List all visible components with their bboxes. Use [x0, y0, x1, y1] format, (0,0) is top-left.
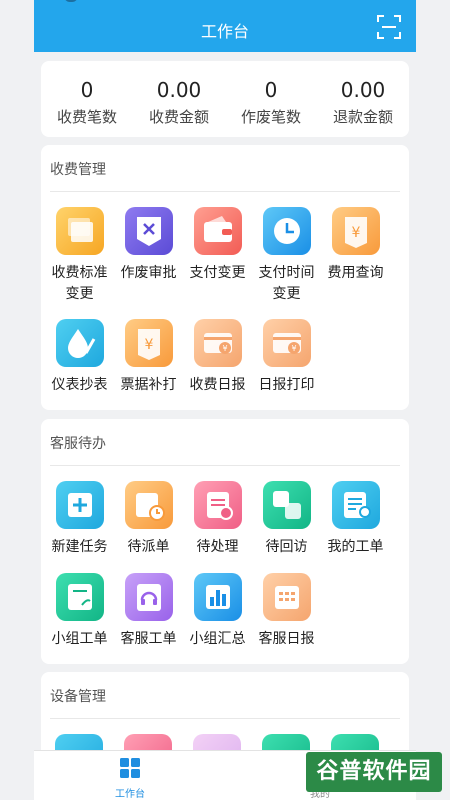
stat-fee-amount: 0.00 收费金额 — [133, 61, 225, 137]
clipboard-alert-icon — [193, 481, 242, 529]
yen-card-icon: ¥ — [193, 319, 242, 367]
grid-item-label: 客服工单 — [120, 631, 177, 647]
wallet-icon — [193, 207, 242, 255]
device-management-section: 设备管理 — [41, 672, 409, 782]
summary-stats-card: 0 收费笔数 0.00 收费金额 0 作废笔数 0.00 退款金额 — [41, 61, 409, 137]
stat-label: 作废笔数 — [240, 108, 301, 126]
stat-label: 退款金额 — [332, 108, 393, 126]
stat-value: 0 — [264, 78, 278, 102]
stat-void-count: 0 作废笔数 — [225, 61, 317, 137]
cards-icon — [55, 207, 104, 255]
page-title: 工作台 — [200, 22, 249, 41]
scan-icon[interactable] — [376, 14, 402, 40]
bar-chart-icon — [193, 573, 242, 621]
grid-item-receipt-reprint[interactable]: ¥ 票据补打 — [114, 319, 183, 396]
section-title: 设备管理 — [50, 689, 106, 705]
divider — [50, 191, 400, 192]
grid-item-label: 收费标准变更 — [51, 265, 108, 302]
top-app-bar: 工作台 — [34, 0, 416, 52]
svg-text:¥: ¥ — [351, 225, 360, 241]
grid-item-payment-time-change[interactable]: 支付时间变更 — [252, 207, 321, 305]
stat-label: 收费金额 — [148, 108, 209, 126]
tab-label: 工作台 — [115, 789, 145, 800]
stat-refund-amount: 0.00 退款金额 — [317, 61, 409, 137]
divider — [50, 465, 400, 466]
stat-fee-count: 0 收费笔数 — [41, 61, 133, 137]
linked-squares-icon — [262, 481, 311, 529]
grid-item-label: 仪表抄表 — [51, 377, 108, 393]
grid-item-pending-dispatch[interactable]: 待派单 — [114, 481, 183, 558]
grid-item-daily-report-print[interactable]: ¥ 日报打印 — [252, 319, 321, 396]
stat-label: 收费笔数 — [56, 108, 117, 126]
svg-text:¥: ¥ — [291, 344, 296, 353]
grid-item-label: 支付时间变更 — [258, 265, 315, 302]
stat-value: 0.00 — [156, 78, 202, 102]
svg-text:¥: ¥ — [222, 344, 227, 353]
grid-item-my-work-orders[interactable]: 我的工单 — [321, 481, 390, 558]
plus-icon — [55, 481, 104, 529]
grid-item-pending-follow-up[interactable]: 待回访 — [252, 481, 321, 558]
grid-item-label: 作废审批 — [120, 265, 177, 281]
customer-service-section: 客服待办 新建任务 待派单 待处理 待回访 我的工单 小组工单 客服工单 小组汇… — [41, 419, 409, 664]
grid-item-label: 新建任务 — [51, 539, 108, 555]
grid-item-label: 日报打印 — [258, 377, 315, 393]
grid-item-fee-query[interactable]: ¥ 费用查询 — [321, 207, 390, 284]
grid-item-pending-process[interactable]: 待处理 — [183, 481, 252, 558]
grid-item-label: 待回访 — [265, 539, 308, 555]
water-drop-icon — [55, 319, 104, 367]
calendar-clock-icon — [124, 481, 173, 529]
headset-icon — [124, 573, 173, 621]
void-document-icon — [124, 207, 173, 255]
grid-item-fee-daily-report[interactable]: ¥ 收费日报 — [183, 319, 252, 396]
section-title: 客服待办 — [50, 436, 106, 452]
tab-workbench[interactable]: 工作台 — [90, 757, 170, 800]
grid-item-label: 费用查询 — [327, 265, 384, 281]
stat-value: 0 — [80, 78, 94, 102]
calendar-grid-icon — [262, 573, 311, 621]
grid-item-void-approval[interactable]: 作废审批 — [114, 207, 183, 284]
grid-item-label: 待派单 — [127, 539, 170, 555]
grid-item-meter-reading[interactable]: 仪表抄表 — [45, 319, 114, 396]
stat-value: 0.00 — [340, 78, 386, 102]
grid-item-label: 客服日报 — [258, 631, 315, 647]
fee-management-section: 收费管理 收费标准变更 作废审批 支付变更 支付时间变更 ¥ 费用查询 仪表抄表… — [41, 145, 409, 410]
grid-item-payment-change[interactable]: 支付变更 — [183, 207, 252, 284]
grid-item-label: 待处理 — [196, 539, 239, 555]
notebook-icon — [55, 573, 104, 621]
divider — [50, 718, 400, 719]
clock-icon — [262, 207, 311, 255]
status-indicator — [64, 0, 78, 2]
yen-ticket-icon: ¥ — [331, 207, 380, 255]
grid-item-label: 小组汇总 — [189, 631, 246, 647]
document-user-icon — [331, 481, 380, 529]
svg-text:¥: ¥ — [144, 337, 153, 353]
grid-icon — [120, 758, 140, 778]
grid-item-label: 收费日报 — [189, 377, 246, 393]
grid-item-label: 支付变更 — [189, 265, 246, 281]
yen-card-icon: ¥ — [262, 319, 311, 367]
grid-item-group-summary[interactable]: 小组汇总 — [183, 573, 252, 650]
grid-item-fee-standard-change[interactable]: 收费标准变更 — [45, 207, 114, 305]
grid-item-new-task[interactable]: 新建任务 — [45, 481, 114, 558]
section-title: 收费管理 — [50, 162, 106, 178]
grid-item-label: 我的工单 — [327, 539, 384, 555]
grid-item-label: 票据补打 — [120, 377, 177, 393]
watermark-logo: 谷普软件园 — [306, 752, 442, 792]
grid-item-service-work-orders[interactable]: 客服工单 — [114, 573, 183, 650]
grid-item-service-daily-report[interactable]: 客服日报 — [252, 573, 321, 650]
yen-ticket-icon: ¥ — [124, 319, 173, 367]
grid-item-group-work-orders[interactable]: 小组工单 — [45, 573, 114, 650]
grid-item-label: 小组工单 — [51, 631, 108, 647]
